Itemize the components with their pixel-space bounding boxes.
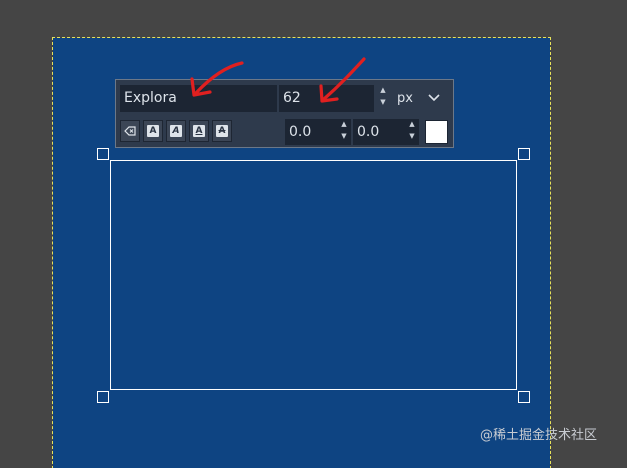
chevron-down-icon <box>428 94 440 102</box>
spin-up-icon[interactable]: ▲ <box>338 120 350 132</box>
strikethrough-button[interactable]: A <box>212 120 232 142</box>
resize-handle-top-left[interactable] <box>97 148 109 160</box>
text-box-frame[interactable] <box>110 160 517 390</box>
spin-up-icon[interactable]: ▲ <box>406 120 418 132</box>
text-color-swatch[interactable] <box>425 120 448 144</box>
offset-x-spinner[interactable]: ▲ ▼ <box>338 120 350 144</box>
resize-handle-bottom-right[interactable] <box>518 391 530 403</box>
font-size-field[interactable]: 62 <box>279 85 374 112</box>
font-size-spinner[interactable]: ▲ ▼ <box>377 86 389 110</box>
underline-button[interactable]: A <box>189 120 209 142</box>
offset-y-spinner[interactable]: ▲ ▼ <box>406 120 418 144</box>
bold-button[interactable]: A <box>143 120 163 142</box>
spin-down-icon[interactable]: ▼ <box>377 98 389 110</box>
resize-handle-bottom-left[interactable] <box>97 391 109 403</box>
spin-down-icon[interactable]: ▼ <box>406 132 418 144</box>
eraser-icon <box>124 126 136 136</box>
underline-icon: A <box>193 125 205 137</box>
spin-down-icon[interactable]: ▼ <box>338 132 350 144</box>
unit-label: px <box>397 91 413 106</box>
font-name-field[interactable]: Explora <box>120 85 277 112</box>
resize-handle-top-right[interactable] <box>518 148 530 160</box>
italic-icon: A <box>170 125 182 137</box>
text-toolbar: Explora 62 ▲ ▼ px A A A A 0.0 ▲ ▼ 0.0 ▲ … <box>115 79 454 148</box>
watermark-label: @稀土掘金技术社区 <box>480 428 598 443</box>
bold-icon: A <box>147 125 159 137</box>
strikethrough-icon: A <box>216 125 228 137</box>
spin-up-icon[interactable]: ▲ <box>377 86 389 98</box>
unit-dropdown-button[interactable] <box>426 89 442 107</box>
clear-style-button[interactable] <box>120 120 140 142</box>
italic-button[interactable]: A <box>166 120 186 142</box>
